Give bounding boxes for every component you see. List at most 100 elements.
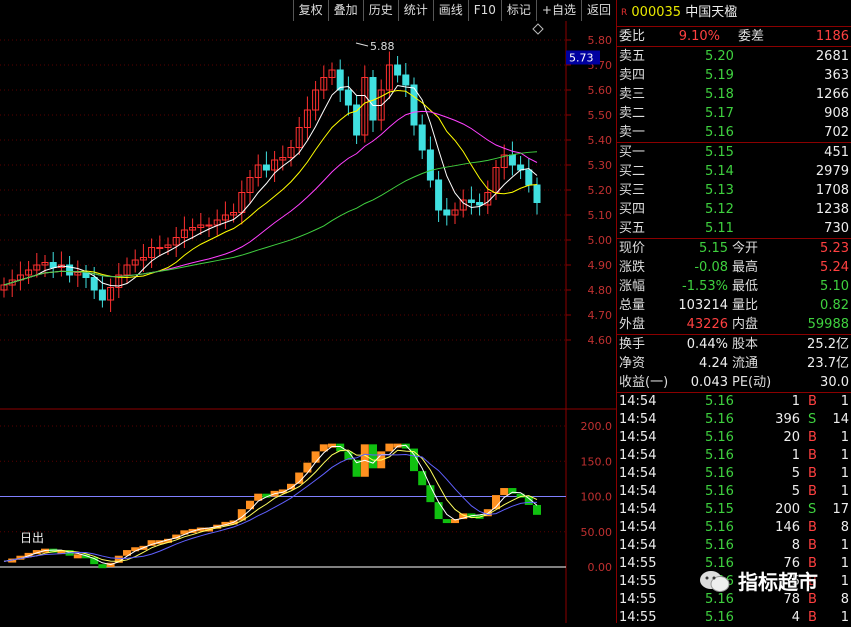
stock-code: 000035 (631, 5, 682, 20)
bids-price: 5.11 (705, 221, 734, 236)
wei-ratio-label: 委比 (619, 29, 646, 44)
bids-volume: 2979 (815, 164, 849, 179)
ask-book: 卖五 5.20 2681 卖四 5.19 363 卖三 5.18 1266 卖二 5.… (617, 46, 851, 142)
toolbar-button-0[interactable]: 复权 (292, 0, 328, 21)
tick-row: 14:54 5.16 1 B 1 (617, 447, 851, 465)
tick-count: 8 (840, 520, 849, 535)
asks-label: 卖三 (619, 87, 646, 102)
tick-side: B (808, 538, 817, 553)
toolbar-button-3[interactable]: 统计 (397, 0, 433, 21)
candle-body (443, 209, 451, 216)
tick-volume: 1 (791, 394, 800, 409)
tick-volume: 5 (791, 466, 800, 481)
diamond-icon (532, 23, 544, 35)
tick-price: 5.16 (705, 538, 734, 553)
stats-row: 外盘 43226 内盘 59988 (617, 315, 851, 334)
tick-side: B (808, 466, 817, 481)
tick-time: 14:55 (619, 556, 657, 571)
wei-diff: 1186 (815, 29, 849, 44)
candle-body (435, 179, 443, 211)
tick-side: S (808, 502, 817, 517)
indicator-bar (98, 564, 107, 569)
wechat-icon (700, 570, 730, 592)
stat-label: 最高 (732, 260, 759, 275)
stats2-row: 换手 0.44% 股本 25.2亿 (617, 335, 851, 354)
stat-value: 5.10 (820, 279, 849, 294)
kline-chart[interactable]: 5.805.705.605.505.405.305.205.105.004.90… (0, 0, 616, 623)
indicator-bar (500, 488, 509, 496)
bids-price: 5.15 (705, 145, 734, 160)
indicator-bar (426, 485, 435, 503)
tick-time: 14:55 (619, 574, 657, 589)
toolbar-button-6[interactable]: 标记 (500, 0, 536, 21)
tick-count: 1 (840, 394, 849, 409)
stat-label: 涨跌 (619, 260, 646, 275)
toolbar-button-2[interactable]: 历史 (362, 0, 398, 21)
candle-body (467, 199, 475, 203)
asks-row: 卖五 5.20 2681 (617, 47, 851, 66)
wei-row: 委比 9.10% 委差 1186 (617, 26, 851, 46)
tick-side: B (808, 484, 817, 499)
tick-count: 17 (832, 502, 849, 517)
tick-volume: 5 (791, 484, 800, 499)
price-tick-label: 5.50 (588, 109, 613, 122)
bids-volume: 730 (824, 221, 849, 236)
bids-row: 买三 5.13 1708 (617, 181, 851, 200)
indicator-line (3, 453, 537, 562)
toolbar-button-7[interactable]: +自选 (535, 0, 581, 21)
toolbar-button-4[interactable]: 画线 (432, 0, 468, 21)
stat-label: 股本 (732, 337, 759, 352)
tick-side: B (808, 394, 817, 409)
stat-value: -1.53% (682, 279, 728, 294)
tick-price: 5.16 (705, 448, 734, 463)
watermark: 指标超市 (698, 566, 818, 595)
candle-body (426, 149, 434, 181)
tick-volume: 4 (791, 610, 800, 625)
asks-price: 5.17 (705, 106, 734, 121)
toolbar-button-1[interactable]: 叠加 (327, 0, 363, 21)
indicator-tick-label: 100.0 (581, 491, 613, 504)
tick-side: B (808, 448, 817, 463)
asks-volume: 2681 (815, 49, 849, 64)
stat-value: 5.24 (820, 260, 849, 275)
candle-body (262, 164, 270, 171)
stat-label: 涨幅 (619, 279, 646, 294)
bids-row: 买一 5.15 451 (617, 143, 851, 162)
tick-price: 5.16 (705, 394, 734, 409)
price-tick-label: 4.80 (588, 284, 613, 297)
tick-time: 14:54 (619, 466, 657, 481)
stat-value: -0.08 (694, 260, 728, 275)
chart-area[interactable]: 5.80 5.70 5.60 5.50 5.40 5.30 5.20 5.10 5.00 4.90… (0, 0, 616, 623)
tick-price: 5.16 (705, 412, 734, 427)
bids-price: 5.12 (705, 202, 734, 217)
tick-price: 5.16 (705, 484, 734, 499)
stat-value: 5.15 (699, 241, 728, 256)
stats-row: 涨幅 -1.53% 最低 5.10 (617, 277, 851, 296)
indicator-bar (147, 540, 156, 546)
stat-value: 0.44% (686, 337, 728, 352)
asks-row: 卖四 5.19 363 (617, 66, 851, 85)
candle-body (98, 289, 106, 301)
tick-side: S (808, 412, 817, 427)
tick-row: 14:54 5.16 396 S 14 (617, 411, 851, 429)
toolbar-button-8[interactable]: 返回 (580, 0, 616, 21)
asks-volume: 702 (824, 125, 849, 140)
moving-average-line (3, 89, 538, 286)
stat-label: 今开 (732, 241, 759, 256)
toolbar-button-5[interactable]: F10 (467, 0, 501, 21)
tick-time: 14:54 (619, 412, 657, 427)
tick-row: 14:54 5.15 200 S 17 (617, 501, 851, 519)
indicator-line (3, 449, 538, 562)
bids-price: 5.13 (705, 183, 734, 198)
bid-book: 买一 5.15 451 买二 5.14 2979 买三 5.13 1708 买四 5.… (617, 142, 851, 238)
price-tick-label: 5.00 (588, 234, 613, 247)
tick-volume: 8 (791, 538, 800, 553)
tick-row: 14:54 5.16 1 B 1 (617, 393, 851, 411)
price-tick-label: 5.60 (588, 84, 613, 97)
candle-body (476, 202, 484, 206)
candle-body (156, 247, 164, 249)
indicator-bar (369, 444, 377, 469)
indicator-bar (73, 554, 82, 559)
bids-price: 5.14 (705, 164, 734, 179)
tick-count: 1 (840, 430, 849, 445)
